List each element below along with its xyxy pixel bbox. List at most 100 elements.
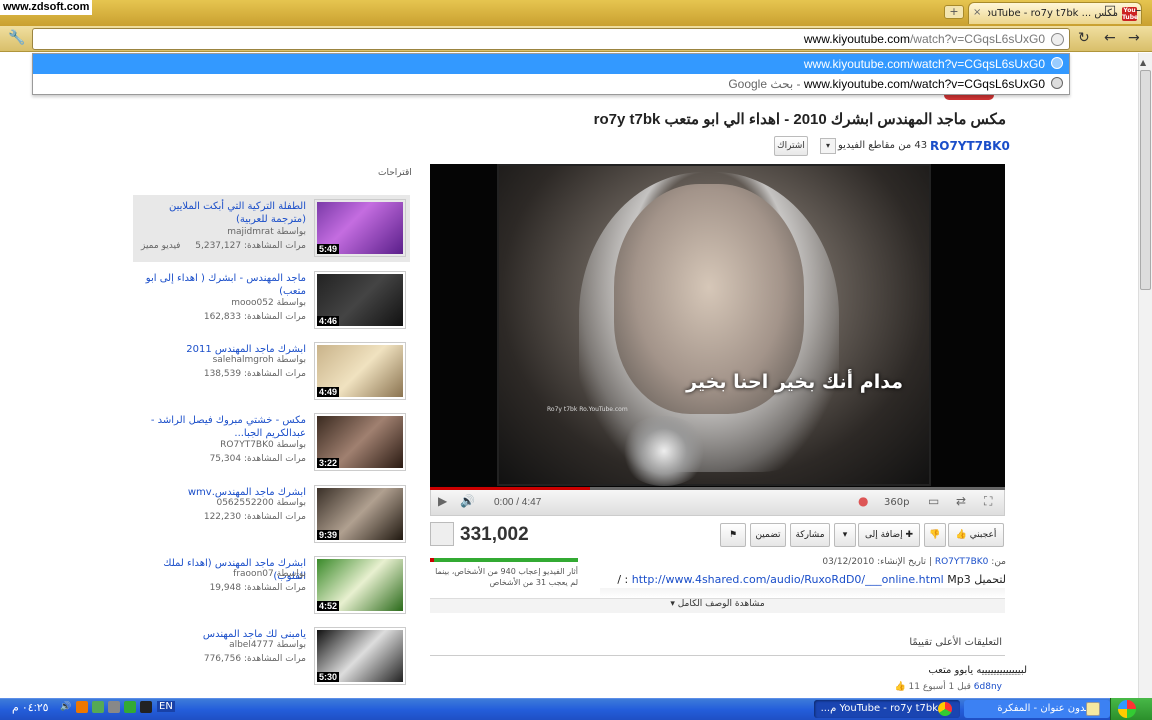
suggestion-item[interactable]: 5:49 الطفلة التركية التي أبكت الملايين (م… [133,195,410,262]
omnibox-dropdown: www.kiyoutube.com/watch?v=CGqsL6sUxG0 Go… [32,53,1070,95]
search-icon [1051,77,1063,89]
tray-media-icon[interactable] [140,701,152,713]
tray-app-icon[interactable] [76,701,88,713]
suggestion-thumbnail[interactable]: 3:22 [314,413,406,471]
comments-header: التعليقات الأعلى تقييمًا [909,637,1002,648]
suggestion-views: مرات المشاهدة: 75,304 [209,454,306,464]
scroll-up-icon[interactable]: ▲ [1140,58,1146,67]
show-more-button[interactable]: مشاهدة الوصف الكامل ▾ [430,598,1005,613]
featured-badge: فيديو مميز [141,241,181,251]
tab-title: مكس ... YouTube - ro7y t7bk [988,8,1118,19]
new-tab-button[interactable]: + [944,5,964,19]
add-to-dropdown-icon[interactable]: ▾ [834,523,856,547]
suggestion-item[interactable]: 9:39 ابشرك ماجد المهندس.wmv بواسطة 0562552… [133,481,410,548]
tray-icon[interactable] [108,701,120,713]
lightbulb-icon[interactable]: ● [858,494,868,508]
duration-badge: 4:46 [317,316,340,326]
clock: ٠٤:٢٥ م [12,702,49,714]
suggestion-uploader: بواسطة majidmrat [227,227,306,237]
reload-icon[interactable]: ↻ [1078,30,1090,46]
watermark-text: www.zdsoft.com [0,0,93,15]
popout-icon[interactable]: ▭ [928,494,939,508]
dislike-button[interactable]: 👎 [924,523,946,547]
dropdown-search-label: Google بحث - [728,77,804,91]
volume-icon[interactable]: 🔊 [460,494,475,508]
minimize-icon[interactable]: – [1128,3,1148,21]
duration-badge: 5:49 [317,244,340,254]
language-indicator[interactable]: EN [157,701,175,712]
comment-time: قبل 1 أسبوع 11 [908,682,971,692]
forward-icon[interactable]: ← [1104,30,1116,46]
suggestion-thumbnail[interactable]: 4:46 [314,271,406,329]
duration-badge: 4:52 [317,601,340,611]
dropdown-item-search[interactable]: Google بحث - www.kiyoutube.com/watch?v=C… [33,74,1069,94]
suggestion-views: مرات المشاهدة: 122,230 [203,512,306,522]
duration-badge: 5:30 [317,672,340,682]
video-player[interactable]: مدام أنك بخير احنا بخير Ro7y t7bk Ro.You… [430,164,1005,488]
suggestion-item[interactable]: 4:49 ابشرك ماجد المهندس 2011 بواسطة saleha… [133,338,410,405]
volume-icon[interactable]: 🔊 [60,701,72,713]
add-to-button[interactable]: ✚ إضافة إلى [858,523,920,547]
back-icon[interactable]: → [1128,30,1140,46]
tray-green-icon[interactable] [124,701,136,713]
suggestion-thumbnail[interactable]: 9:39 [314,485,406,543]
suggestion-views: مرات المشاهدة: 162,833 [203,312,306,322]
suggestion-item[interactable]: 5:30 يامبنى لك ماجد المهندس بواسطة albel47… [133,623,410,690]
suggestion-title[interactable]: مكس - خشتي مبروك فيصل الراشد - عبدالكريم… [138,414,306,440]
windows-logo-icon [1118,700,1136,718]
suggestion-uploader: بواسطة albel4777 [229,640,306,650]
upload-info: من: RO7YT7BK0 | تاريخ الإنشاء: 03/12/201… [822,557,1006,567]
duration-badge: 9:39 [317,530,340,540]
divider [430,655,1005,656]
play-icon[interactable]: ▶ [438,494,447,508]
fullscreen-icon[interactable]: ⛶ [984,494,992,509]
suggestion-views: مرات المشاهدة: 19,948 [209,583,306,593]
suggestion-thumbnail[interactable]: 5:49 [314,199,406,257]
suggestion-title[interactable]: الطفلة التركية التي أبكت الملايين (مترجم… [138,200,306,226]
chevron-down-icon[interactable]: ▾ [820,138,836,154]
description-text: لتحميل http://www.4shared.com/audio/Ruxo… [617,573,1006,586]
url-text[interactable]: www.kiyoutube.com/watch?v=CGqsL6sUxG0 [804,32,1045,46]
suggestion-item[interactable]: 3:22 مكس - خشتي مبروك فيصل الراشد - عبدال… [133,409,410,476]
channel-link[interactable]: RO7YT7BK0 [930,139,1010,153]
suggestion-uploader: بواسطة mooo052 [231,298,306,308]
share-button[interactable]: مشاركة [790,523,830,547]
address-bar[interactable]: www.kiyoutube.com/watch?v=CGqsL6sUxG0 [32,28,1070,50]
suggestion-thumbnail[interactable]: 5:30 [314,627,406,685]
suggestion-thumbnail[interactable]: 4:52 [314,556,406,614]
flower-decoration [619,416,709,486]
expand-icon[interactable]: ⇄ [956,494,966,508]
stats-icon[interactable] [430,522,454,546]
comment-text: لبيييييييييييييه يابوو متعب [928,665,1027,676]
like-bar [434,558,578,562]
wrench-icon[interactable]: 🔧 [8,30,25,46]
suggestion-views: مرات المشاهدة: 5,237,127 [195,241,306,251]
embed-button[interactable]: تضمين [750,523,786,547]
suggestion-item[interactable]: 4:52 ابشرك ماجد المهندس (اهداء لملك القلو… [133,552,410,619]
network-icon[interactable] [92,701,104,713]
dropdown-item-url[interactable]: www.kiyoutube.com/watch?v=CGqsL6sUxG0 [33,54,1069,74]
tab-close-icon[interactable]: × [973,7,981,18]
comment-meta: 6d8ny قبل 1 أسبوع 11 👍 [894,682,1002,692]
uploader-link[interactable]: RO7YT7BK0 [935,557,989,567]
suggestion-thumbnail[interactable]: 4:49 [314,342,406,400]
suggestion-item[interactable]: 4:46 ماجد المهندس - ابشرك ( اهداء إلى ابو… [133,267,410,334]
suggestion-title[interactable]: ماجد المهندس - ابشرك ( اهداء إلى ابو متع… [138,272,306,298]
suggestion-views: مرات المشاهدة: 776,756 [203,654,306,664]
comment-author[interactable]: 6d8ny [974,682,1002,692]
maximize-icon[interactable]: □ [1100,3,1120,21]
like-button[interactable]: أعجبني 👍 [948,523,1004,547]
mp3-link[interactable]: http://www.4shared.com/audio/RuxoRdD0/__… [632,573,944,586]
download-label: لتحميل [974,573,1006,586]
progress-buffered [430,487,590,490]
subscribe-button[interactable]: اشتراك [774,136,808,156]
video-overlay-text: مدام أنك بخير احنا بخير [686,371,903,393]
suggestion-uploader: بواسطة 0562552200 [216,498,306,508]
flag-icon[interactable]: ⚑ [720,523,746,547]
url-host: www.kiyoutube.com [803,32,910,46]
video-title: مكس ماجد المهندس ابشرك 2010 - اهداء الي … [593,111,1006,128]
scrollbar-thumb[interactable] [1140,70,1151,290]
chrome-icon [938,702,952,716]
url-path: /watch?v=CGqsL6sUxG0 [909,32,1045,46]
quality-selector[interactable]: 360p [884,497,909,508]
